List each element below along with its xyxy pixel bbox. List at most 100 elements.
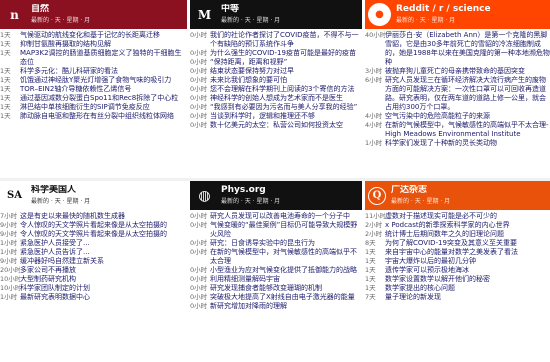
headline-item[interactable]: 1小时 科学家们发现了十种新的灵长类动物 (365, 139, 550, 148)
headline-item[interactable]: 0小时 利用精细测量解码宇宙 (190, 275, 362, 284)
headline-item[interactable]: 9小时 令人惊叹的天文学照片看起来像是从太空拍摄的 (0, 221, 187, 230)
panel-title[interactable]: 广达杂志 (391, 185, 450, 196)
time-filter-links[interactable]: 最新的 · 天 · 星期 · 月 (221, 196, 280, 207)
headline-item[interactable]: 20小时 多家公司不再播放 (0, 266, 187, 275)
headline-item[interactable]: 2小时 统计博士后期间数年之久的旧理论问题 (365, 230, 550, 239)
headline-link[interactable]: 数学家提出的核心问题 (385, 284, 550, 293)
headline-item[interactable]: 9小时 缓冲器好吗自然建立新关系 (0, 257, 187, 266)
headline-link[interactable]: 我们的社论作者探讨了COVID疫苗，不得不与一个有缺陷的预订系统作斗争 (210, 31, 362, 49)
headline-item[interactable]: 10小时 大型制药研究机构 (0, 275, 187, 284)
panel-header[interactable]: M 中等 最新的 · 天 · 星期 · 月 (190, 0, 362, 29)
headline-link[interactable]: 紧急医护人员告诉了... (20, 248, 187, 257)
headline-link[interactable]: 空气污染中的危险高能粒子的来源 (385, 112, 550, 121)
headline-item[interactable]: 0小时 您不会理解在科学期刊上阅读的3个寄信的方法 (190, 85, 362, 94)
headline-item[interactable]: 1天 数学家设置数学以解开他们的秘密 (365, 275, 550, 284)
headline-link[interactable]: 未来比我们想象的要可怕 (210, 76, 362, 85)
headline-link[interactable]: 数学家设置数学以解开他们的秘密 (385, 275, 550, 284)
panel-header[interactable]: n 自然 最新的 · 天 · 星期 · 月 (0, 0, 187, 29)
headline-item[interactable]: 0小时 “保持距离，距离和视野” (190, 58, 362, 67)
headline-item[interactable]: 0小时 神经科学的创始人想成为艺术家而不是医生 (190, 94, 362, 103)
headline-item[interactable]: 7天 量子理论的新发现 (365, 293, 550, 302)
headline-item[interactable]: 1天 数学家提出的核心问题 (365, 284, 550, 293)
headline-item[interactable]: 1天 淋巴结中单核细胞衍生的SIP调节免疫反应 (0, 103, 187, 112)
headline-link[interactable]: 研究发现捕食者能够改变珊瑚的机制 (210, 284, 362, 293)
headline-link[interactable]: 气候驱动的航线变化和基于记忆的长距离迁移 (20, 31, 187, 40)
headline-item[interactable]: 1天 遗传学家可以预示极地海冰 (365, 266, 550, 275)
headline-link[interactable]: MAP3K2调控的肠道基质细胞定义了独特的干细胞生态位 (20, 49, 187, 67)
headline-link[interactable]: 科学多元化：酷儿科研家的看法 (20, 67, 187, 76)
headline-item[interactable]: 0小时 我们的社论作者探讨了COVID疫苗，不得不与一个有缺陷的预订系统作斗争 (190, 31, 362, 49)
headline-link[interactable]: TOR–EIN2轴介导糖依赖性乙烯信号 (20, 85, 187, 94)
headline-link[interactable]: 统计博士后期间数年之久的旧理论问题 (385, 230, 550, 239)
headline-item[interactable]: 1小时 紧急医护人员告诉了... (0, 248, 187, 257)
headline-link[interactable]: “我感到有必要因为污名而与美人分享我的经验” (210, 103, 362, 112)
headline-item[interactable]: 0小时 未来比我们想象的要可怕 (190, 76, 362, 85)
time-filter-links[interactable]: 最新的 · 天 · 星期 · 月 (31, 196, 90, 207)
headline-item[interactable]: 1天 宇宙大爆炸以后的最初几分钟 (365, 257, 550, 266)
headline-item[interactable]: 0小时 小型渔业为应对气候变化提供了抵御能力的战略 (190, 266, 362, 275)
panel-title[interactable]: Phys.org (221, 185, 280, 196)
time-filter-links[interactable]: 最新的 · 天 · 星期 · 月 (221, 15, 280, 26)
headline-link[interactable]: 淋巴结中单核细胞衍生的SIP调节免疫反应 (20, 103, 187, 112)
headline-link[interactable]: 在新的气候模型中，对气候敏感性的高端似乎不太合理 (210, 248, 362, 266)
headline-link[interactable]: 在新的气候模型中，气候敏感性的高端似乎不太合理-High Meadows Env… (385, 121, 550, 139)
headline-link[interactable]: 遗传学家可以预示极地海冰 (385, 266, 550, 275)
headline-link[interactable]: 抑制甘氨酸再摄取的结构见解 (20, 40, 187, 49)
headline-link[interactable]: 被抛弃狗儿童死亡的母亲携带致命的基因突变 (385, 67, 550, 76)
headline-item[interactable]: 0小时 研究发现捕食者能够改变珊瑚的机制 (190, 284, 362, 293)
headline-item[interactable]: 2小时 x Podcast的新季探索科学家的内心世界 (365, 221, 550, 230)
headline-link[interactable]: 您不会理解在科学期刊上阅读的3个寄信的方法 (210, 85, 362, 94)
headline-item[interactable]: 0小时 突破极大地提高了X射线自由电子激光器的能量 (190, 293, 362, 302)
headline-link[interactable]: 为什么强生的COVID-19疫苗可能是最好的疫苗 (210, 49, 362, 58)
headline-link[interactable]: 虚数对于描述现实可能是必不可少的 (385, 212, 550, 221)
headline-item[interactable]: 1天 肺动脉自电驱和整形在有丝分裂中组织线粒体网络 (0, 112, 187, 121)
headline-item[interactable]: 8天 为何了解COVID-19突变及其意义至关重要 (365, 239, 550, 248)
headline-item[interactable]: 1天 抑制甘氨酸再摄取的结构见解 (0, 40, 187, 49)
panel-title[interactable]: 中等 (221, 4, 280, 15)
headline-link[interactable]: 科学家们发现了十种新的灵长类动物 (385, 139, 550, 148)
headline-link[interactable]: 为何了解COVID-19突变及其意义至关重要 (385, 239, 550, 248)
panel-title[interactable]: 自然 (31, 4, 90, 15)
headline-link[interactable]: 小型渔业为应对气候变化提供了抵御能力的战略 (210, 266, 362, 275)
headline-link[interactable]: 这是有史以来最快的随机数生成器 (20, 212, 187, 221)
headline-link[interactable]: 当谈到科学时，逻辑和推理还不够 (210, 112, 362, 121)
time-filter-links[interactable]: 最新的 · 天 · 星期 · 月 (396, 15, 491, 26)
headline-item[interactable]: 0小时 数十亿美元的太空：私营公司如何投资太空 (190, 121, 362, 130)
headline-link[interactable]: 新研究增加对降雨的理解 (210, 302, 362, 311)
headline-item[interactable]: 11小时 虚数对于描述现实可能是必不可少的 (365, 212, 550, 221)
headline-link[interactable]: 令人惊叹的天文学照片看起来像是从太空拍摄的 (20, 221, 187, 230)
headline-link[interactable]: 科学家团队制定的计划 (20, 284, 187, 293)
panel-header[interactable]: Q 广达杂志 最新的 · 天 · 星期 · 月 (365, 181, 550, 210)
headline-item[interactable]: 0小时 为什么强生的COVID-19疫苗可能是最好的疫苗 (190, 49, 362, 58)
headline-link[interactable]: 通过基因减数分裂蛋白Spo11和Rec8拆除了中心粒 (20, 94, 187, 103)
time-filter-links[interactable]: 最新的 · 天 · 星期 · 月 (391, 196, 450, 207)
headline-link[interactable]: 大型制药研究机构 (20, 275, 187, 284)
headline-link[interactable]: 研究人员发现三在循环经济解决大流行病产生的废物方面的可能解决方案：一次性口罩可以… (385, 76, 550, 112)
headline-link[interactable]: 结束状态要保持努力对过早 (210, 67, 362, 76)
headline-item[interactable]: 1天 TOR–EIN2轴介导糖依赖性乙烯信号 (0, 85, 187, 94)
headline-link[interactable]: 缓冲器好吗自然建立新关系 (20, 257, 187, 266)
headline-link[interactable]: 神经科学的创始人想成为艺术家而不是医生 (210, 94, 362, 103)
headline-item[interactable]: 1天 MAP3K2调控的肠道基质细胞定义了独特的干细胞生态位 (0, 49, 187, 67)
headline-item[interactable]: 1天 气候驱动的航线变化和基于记忆的长距离迁移 (0, 31, 187, 40)
headline-item[interactable]: 0小时 研究人员发现可以改善电池寿命的一个分子中 (190, 212, 362, 221)
headline-link[interactable]: 量子理论的新发现 (385, 293, 550, 302)
headline-item[interactable]: 0小时 结束状态要保持努力对过早 (190, 67, 362, 76)
headline-link[interactable]: 肺动脉自电驱和整形在有丝分裂中组织线粒体网络 (20, 112, 187, 121)
headline-item[interactable]: 1小时 紧急医护人员接受了... (0, 239, 187, 248)
headline-item[interactable]: 0小时 “我感到有必要因为污名而与美人分享我的经验” (190, 103, 362, 112)
headline-item[interactable]: 7小时 这是有史以来最快的随机数生成器 (0, 212, 187, 221)
headline-link[interactable]: x Podcast的新季探索科学家的内心世界 (385, 221, 550, 230)
headline-link[interactable]: 研究：日食诱导实验中的昆虫行为 (210, 239, 362, 248)
panel-header[interactable]: ◍ Phys.org 最新的 · 天 · 星期 · 月 (190, 181, 362, 210)
headline-link[interactable]: 来自宇宙中心的能量对数学之美发表了看法 (385, 248, 550, 257)
headline-item[interactable]: 0小时 当谈到科学时，逻辑和推理还不够 (190, 112, 362, 121)
headline-link[interactable]: 饥饿通过神经肽Y聚光灯增强了食物气味的吸引力 (20, 76, 187, 85)
headline-item[interactable]: 3小时 被抛弃狗儿童死亡的母亲携带致命的基因突变 (365, 67, 550, 76)
headline-item[interactable]: 1天 饥饿通过神经肽Y聚光灯增强了食物气味的吸引力 (0, 76, 187, 85)
panel-title[interactable]: 科学美国人 (31, 185, 90, 196)
headline-link[interactable]: 多家公司不再播放 (20, 266, 187, 275)
headline-item[interactable]: 9小时 令人惊叹的天文学照片看起来像是从太空拍摄的 (0, 230, 187, 239)
headline-link[interactable]: “保持距离，距离和视野” (210, 58, 362, 67)
headline-item[interactable]: 1天 科学多元化：酷儿科研家的看法 (0, 67, 187, 76)
